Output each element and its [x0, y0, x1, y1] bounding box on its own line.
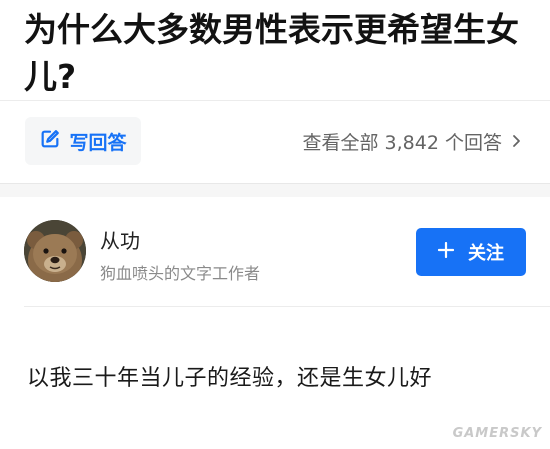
- write-answer-label: 写回答: [69, 131, 127, 154]
- view-all-label: 查看全部 3,842 个回答: [302, 132, 502, 154]
- avatar[interactable]: [24, 220, 86, 282]
- watermark: GAMERSKY: [452, 426, 542, 441]
- answer-excerpt[interactable]: 以我三十年当儿子的经验，还是生女儿好: [27, 360, 432, 392]
- follow-button[interactable]: 关注: [416, 228, 526, 276]
- author-name[interactable]: 从功: [100, 225, 140, 254]
- question-card: 为什么大多数男性表示更希望生女儿? 写回答 查看全部 3,842 个回答: [0, 0, 550, 184]
- plus-icon: [437, 241, 455, 263]
- follow-label: 关注: [468, 243, 504, 264]
- chevron-right-icon: [510, 131, 522, 153]
- divider: [0, 100, 550, 101]
- write-answer-button[interactable]: 写回答: [25, 117, 141, 165]
- answer-card: 从功 狗血喷头的文字工作者 关注 以我三十年当儿子的经验，还是生女儿好: [0, 197, 550, 449]
- divider: [24, 306, 550, 307]
- question-title[interactable]: 为什么大多数男性表示更希望生女儿?: [24, 6, 524, 100]
- edit-icon: [39, 128, 61, 155]
- author-bio: 狗血喷头的文字工作者: [100, 264, 261, 283]
- view-all-answers-link[interactable]: 查看全部 3,842 个回答: [303, 128, 522, 155]
